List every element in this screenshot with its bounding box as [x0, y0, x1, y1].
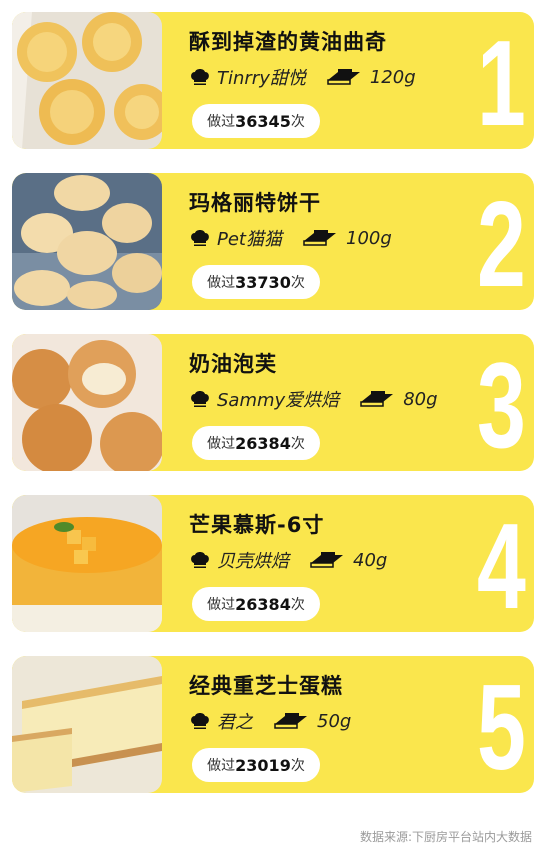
rank-number: 3	[477, 337, 526, 471]
butter-block-icon	[327, 69, 360, 85]
chef-hat-icon	[191, 552, 209, 568]
rank-number: 4	[477, 498, 526, 632]
made-count-badge: 做过 26384 次	[192, 587, 320, 621]
recipe-title[interactable]: 经典重芝士蛋糕	[189, 670, 343, 700]
made-prefix: 做过	[207, 758, 236, 774]
butter-block-icon	[274, 713, 307, 729]
recipe-title[interactable]: 玛格丽特饼干	[189, 187, 321, 217]
made-prefix: 做过	[207, 275, 236, 291]
made-count-badge: 做过 26384 次	[192, 426, 320, 460]
rank-number: 1	[477, 15, 526, 149]
recipe-image-mango-mousse[interactable]	[12, 495, 162, 632]
recipe-card-4[interactable]: 芒果慕斯-6寸 贝壳烘焙 40g 做过 26384 次 4	[12, 495, 534, 632]
recipe-card-3[interactable]: 奶油泡芙 Sammy爱烘焙 80g 做过 26384 次 3	[12, 334, 534, 471]
made-count: 23019	[235, 755, 291, 775]
made-suffix: 次	[290, 597, 305, 613]
recipe-image-margherita-biscuits[interactable]	[12, 173, 162, 310]
chef-hat-icon	[191, 713, 209, 729]
made-prefix: 做过	[207, 436, 236, 452]
made-suffix: 次	[290, 114, 305, 130]
butter-block-icon	[303, 230, 336, 246]
butter-weight: 100g	[346, 227, 392, 249]
made-prefix: 做过	[207, 597, 236, 613]
chef-hat-icon	[191, 69, 209, 85]
recipe-title[interactable]: 芒果慕斯-6寸	[189, 509, 324, 539]
made-count-badge: 做过 23019 次	[192, 748, 320, 782]
recipe-meta: Sammy爱烘焙 80g	[189, 386, 438, 412]
butter-weight: 120g	[369, 66, 416, 88]
chef-hat-icon	[191, 230, 209, 246]
chef-hat-icon	[191, 391, 209, 407]
made-count: 26384	[235, 594, 291, 614]
author-name[interactable]: Pet猫猫	[217, 225, 282, 251]
made-suffix: 次	[290, 275, 305, 291]
butter-block-icon	[360, 391, 394, 407]
butter-block-icon	[310, 552, 343, 568]
recipe-image-cheesecake[interactable]	[12, 656, 162, 793]
recipe-meta: Pet猫猫 100g	[189, 225, 392, 251]
recipe-card-5[interactable]: 经典重芝士蛋糕 君之 50g 做过 23019 次 5	[12, 656, 534, 793]
author-name[interactable]: 君之	[217, 708, 253, 734]
made-suffix: 次	[290, 758, 305, 774]
made-suffix: 次	[290, 436, 305, 452]
made-prefix: 做过	[207, 114, 236, 130]
recipe-card-1[interactable]: 酥到掉渣的黄油曲奇 Tinrry甜悦 120g 做过 36345 次 1	[12, 12, 534, 149]
made-count: 26384	[235, 433, 291, 453]
recipe-meta: 贝壳烘焙 40g	[189, 547, 387, 573]
recipe-image-butter-cookies[interactable]	[12, 12, 162, 149]
author-name[interactable]: 贝壳烘焙	[217, 547, 289, 573]
recipe-meta: 君之 50g	[189, 708, 351, 734]
author-name[interactable]: Sammy爱烘焙	[217, 386, 339, 412]
recipe-card-2[interactable]: 玛格丽特饼干 Pet猫猫 100g 做过 33730 次 2	[12, 173, 534, 310]
recipe-image-cream-puffs[interactable]	[12, 334, 162, 471]
butter-weight: 50g	[317, 710, 352, 732]
recipe-meta: Tinrry甜悦 120g	[189, 64, 416, 90]
butter-weight: 40g	[353, 549, 388, 571]
data-source-note: 数据来源:下厨房平台站内大数据	[359, 830, 532, 844]
butter-weight: 80g	[403, 388, 438, 410]
made-count: 36345	[235, 111, 291, 131]
made-count-badge: 做过 36345 次	[192, 104, 320, 138]
made-count-badge: 做过 33730 次	[192, 265, 320, 299]
recipe-title[interactable]: 酥到掉渣的黄油曲奇	[189, 26, 387, 56]
made-count: 33730	[235, 272, 291, 292]
rank-number: 2	[477, 176, 526, 310]
rank-number: 5	[477, 659, 526, 793]
author-name[interactable]: Tinrry甜悦	[217, 64, 306, 90]
recipe-title[interactable]: 奶油泡芙	[189, 348, 277, 378]
